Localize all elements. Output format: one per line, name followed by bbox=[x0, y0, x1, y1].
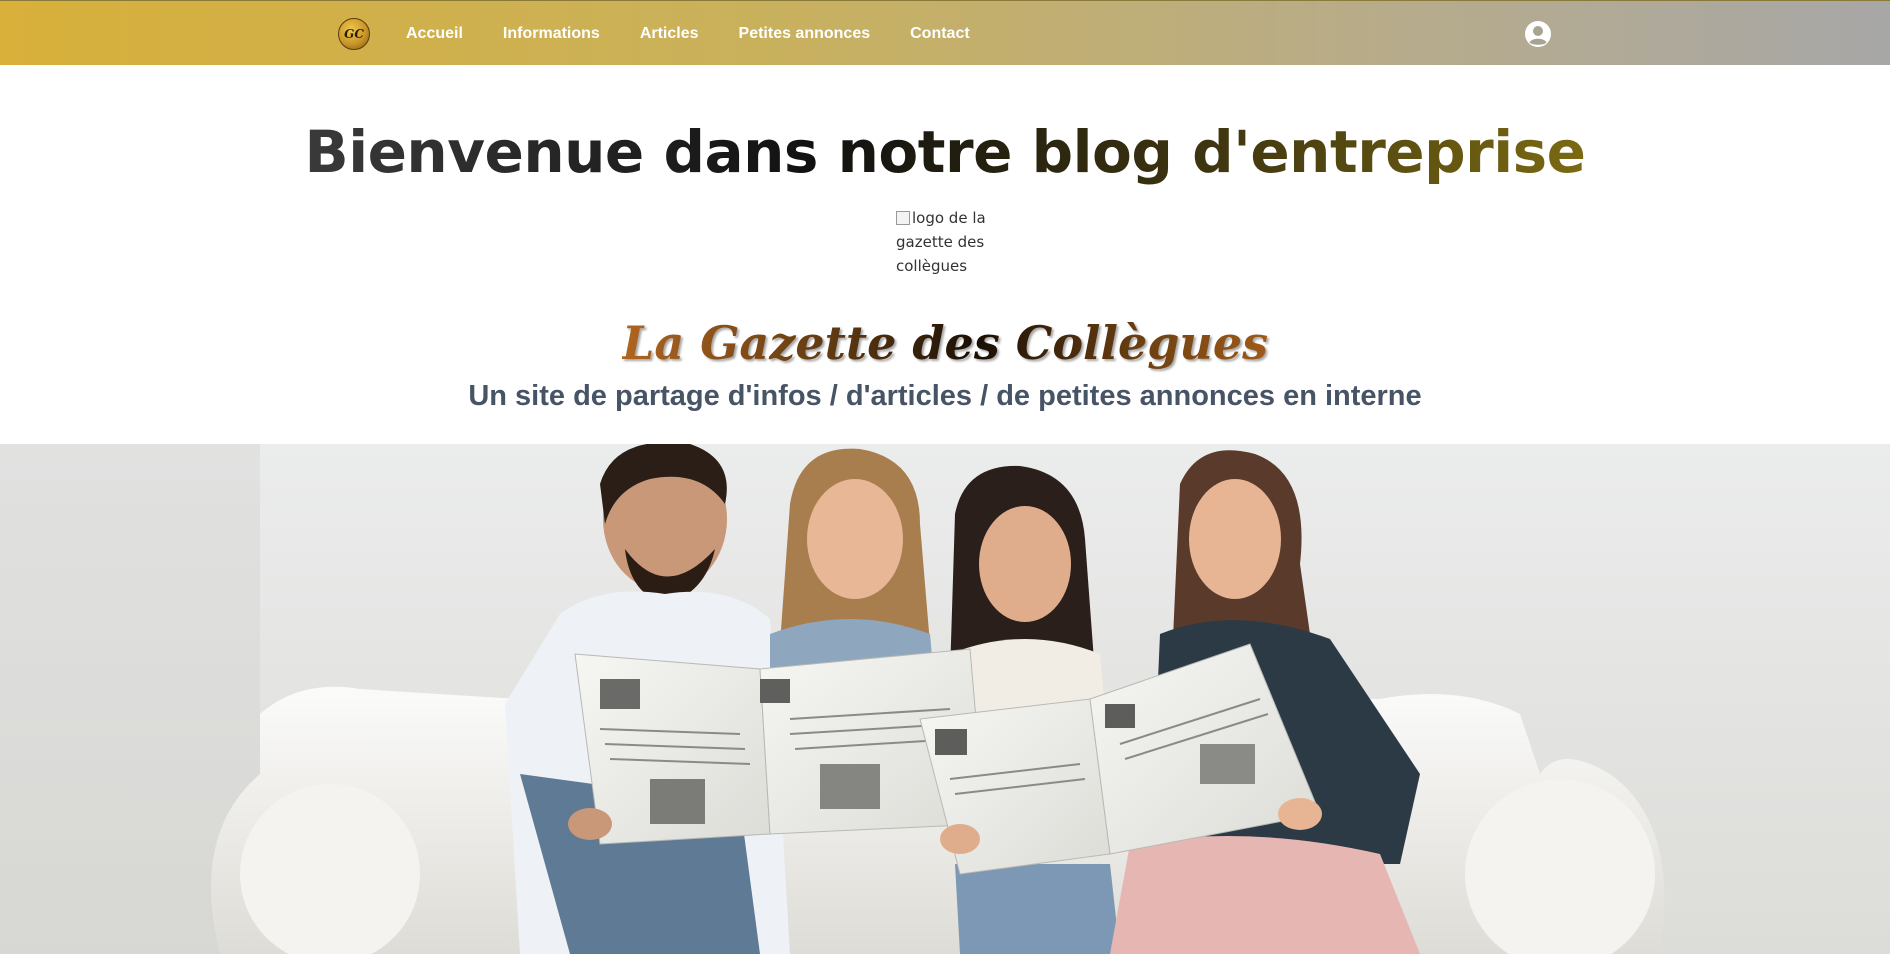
broken-image-icon bbox=[896, 211, 910, 225]
nav-link-contact[interactable]: Contact bbox=[910, 25, 970, 43]
nav-link-informations[interactable]: Informations bbox=[503, 25, 600, 43]
nav-links: Accueil Informations Articles Petites an… bbox=[406, 1, 1010, 66]
page-title: Bienvenue dans notre blog d'entreprise bbox=[304, 118, 1586, 186]
gazette-logo-image: logo de la gazette des collègues bbox=[896, 206, 992, 278]
logo-alt-line-1: logo de la bbox=[896, 206, 992, 230]
gazette-title: La Gazette des Collègues bbox=[621, 316, 1269, 370]
site-logo-icon[interactable]: GC bbox=[338, 18, 370, 50]
logo-alt-line-3: collègues bbox=[896, 257, 968, 275]
site-subtitle: Un site de partage d'infos / d'articles … bbox=[468, 380, 1422, 412]
nav-link-articles[interactable]: Articles bbox=[640, 25, 699, 43]
logo-alt-line-2: gazette des bbox=[896, 233, 985, 251]
nav-link-petites-annonces[interactable]: Petites annonces bbox=[739, 25, 871, 43]
navbar: GC Accueil Informations Articles Petites… bbox=[0, 0, 1890, 65]
hero-image bbox=[0, 444, 1890, 954]
user-circle-icon[interactable] bbox=[1524, 20, 1552, 48]
people-reading-newspapers-image bbox=[0, 444, 1890, 954]
logo-alt-text: logo de la bbox=[912, 209, 986, 227]
nav-link-accueil[interactable]: Accueil bbox=[406, 25, 463, 43]
